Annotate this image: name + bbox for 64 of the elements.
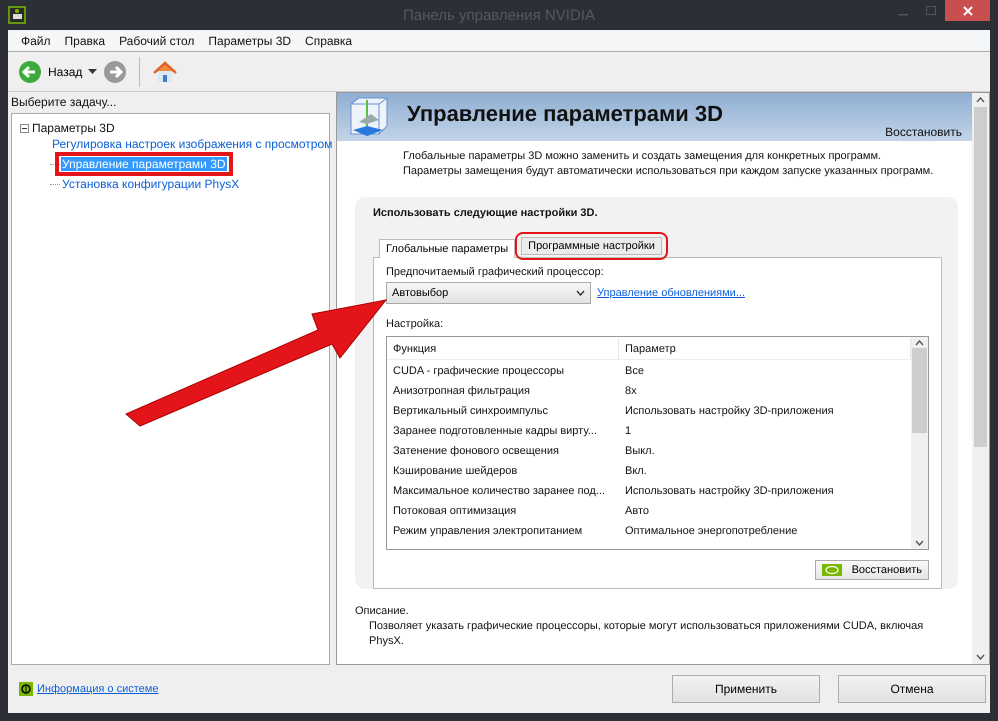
dropdown-caret-icon[interactable]: [88, 69, 98, 74]
info-icon: [19, 682, 33, 696]
table-cell-text: Анизотропная фильтрация: [392, 385, 530, 397]
table-cell-text: Заранее подготовленные кадры вирту...: [392, 425, 597, 437]
scroll-up-icon[interactable]: [976, 97, 985, 103]
tree-link[interactable]: Установка конфигурации PhysX: [61, 177, 240, 191]
tab[interactable]: Глобальные параметры: [379, 239, 516, 258]
table-cell-text: 1: [624, 425, 632, 437]
collapse-icon[interactable]: [20, 124, 29, 132]
table-cell-text: Все: [624, 365, 644, 377]
eye-logo-icon: [822, 564, 842, 576]
table-cell-text: Вкл.: [624, 465, 647, 477]
table-cell-text: Потоковая оптимизация: [392, 505, 516, 517]
table-cell-text: Выкл.: [624, 445, 655, 457]
forward-icon[interactable]: [103, 60, 128, 84]
chevron-down-icon: [576, 290, 585, 296]
column-header[interactable]: Функция: [387, 338, 619, 360]
column-header[interactable]: Параметр: [619, 338, 911, 360]
table-cell-text: Вертикальный синхроимпульс: [392, 405, 548, 417]
table-scrollbar[interactable]: [911, 337, 928, 549]
table-cell-text: 8x: [624, 385, 637, 397]
task-heading: Выберите задачу...: [11, 95, 118, 111]
tree-link[interactable]: Регулировка настроек изображения с просмотром: [51, 137, 334, 151]
maximize-icon: [926, 6, 936, 16]
menu-item[interactable]: Рабочий стол: [112, 34, 202, 48]
home-icon[interactable]: [152, 58, 178, 84]
table-cell-text: Оптимальное энергопотребление: [624, 525, 798, 537]
scroll-up-icon[interactable]: [915, 340, 924, 346]
dialog-button[interactable]: Отмена: [838, 675, 986, 703]
page-title: Управление параметрами 3D: [407, 101, 724, 127]
description-text: Позволяет указать графические процессоры, которые могут использоваться приложениями CUDA, включая PhysX.: [369, 619, 924, 649]
back-button[interactable]: Назад: [18, 60, 82, 84]
close-icon: [962, 6, 972, 16]
table-cell-text: Использовать настройку 3D-приложения: [624, 485, 834, 497]
menu-item[interactable]: Файл: [14, 34, 58, 48]
table-cell-text: CUDA - графические процессоры: [392, 365, 564, 377]
menu-item[interactable]: Правка: [58, 34, 112, 48]
tree-item[interactable]: Параметры 3D: [32, 121, 115, 135]
gpu-dropdown[interactable]: Автовыбор: [386, 282, 591, 304]
scroll-down-icon[interactable]: [976, 654, 985, 660]
close-button[interactable]: [945, 0, 990, 21]
system-info-link[interactable]: Информация о системе: [37, 683, 158, 695]
gpu-label: Предпочитаемый графический процессор:: [386, 266, 605, 278]
menu-item[interactable]: Справка: [298, 34, 360, 48]
minimize-icon: [898, 14, 908, 16]
table-cell-text: Затенение фонового освещения: [392, 445, 559, 457]
intro-text: Глобальные параметры 3D можно заменить и создать замещения для конкретных программ. Параметры замещения будут автоматически использоваться при каждом запуске указанных программ.: [402, 149, 934, 179]
dialog-button[interactable]: Применить: [672, 675, 820, 703]
table-cell-text: Максимальное количество заранее под...: [392, 485, 606, 497]
menu-item[interactable]: Параметры 3D: [201, 34, 298, 48]
app-icon: [8, 6, 26, 24]
section-heading: Использовать следующие настройки 3D.: [373, 207, 599, 219]
settings-label: Настройка:: [386, 318, 444, 330]
description-heading: Описание.: [355, 605, 410, 617]
table-cell-text: Кэширование шейдеров: [392, 465, 518, 477]
table-cell-text: Режим управления электропитанием: [392, 525, 582, 537]
tab[interactable]: Программные настройки: [521, 237, 662, 255]
table-cell-text: Авто: [624, 505, 649, 517]
page-scrollbar[interactable]: [972, 93, 989, 664]
scroll-down-icon[interactable]: [915, 540, 924, 546]
updates-link[interactable]: Управление обновлениями...: [597, 287, 745, 299]
restore-button[interactable]: Восстановить: [814, 560, 929, 580]
table-cell-text: Использовать настройку 3D-приложения: [624, 405, 834, 417]
restore-link[interactable]: Восстановить: [885, 125, 962, 139]
